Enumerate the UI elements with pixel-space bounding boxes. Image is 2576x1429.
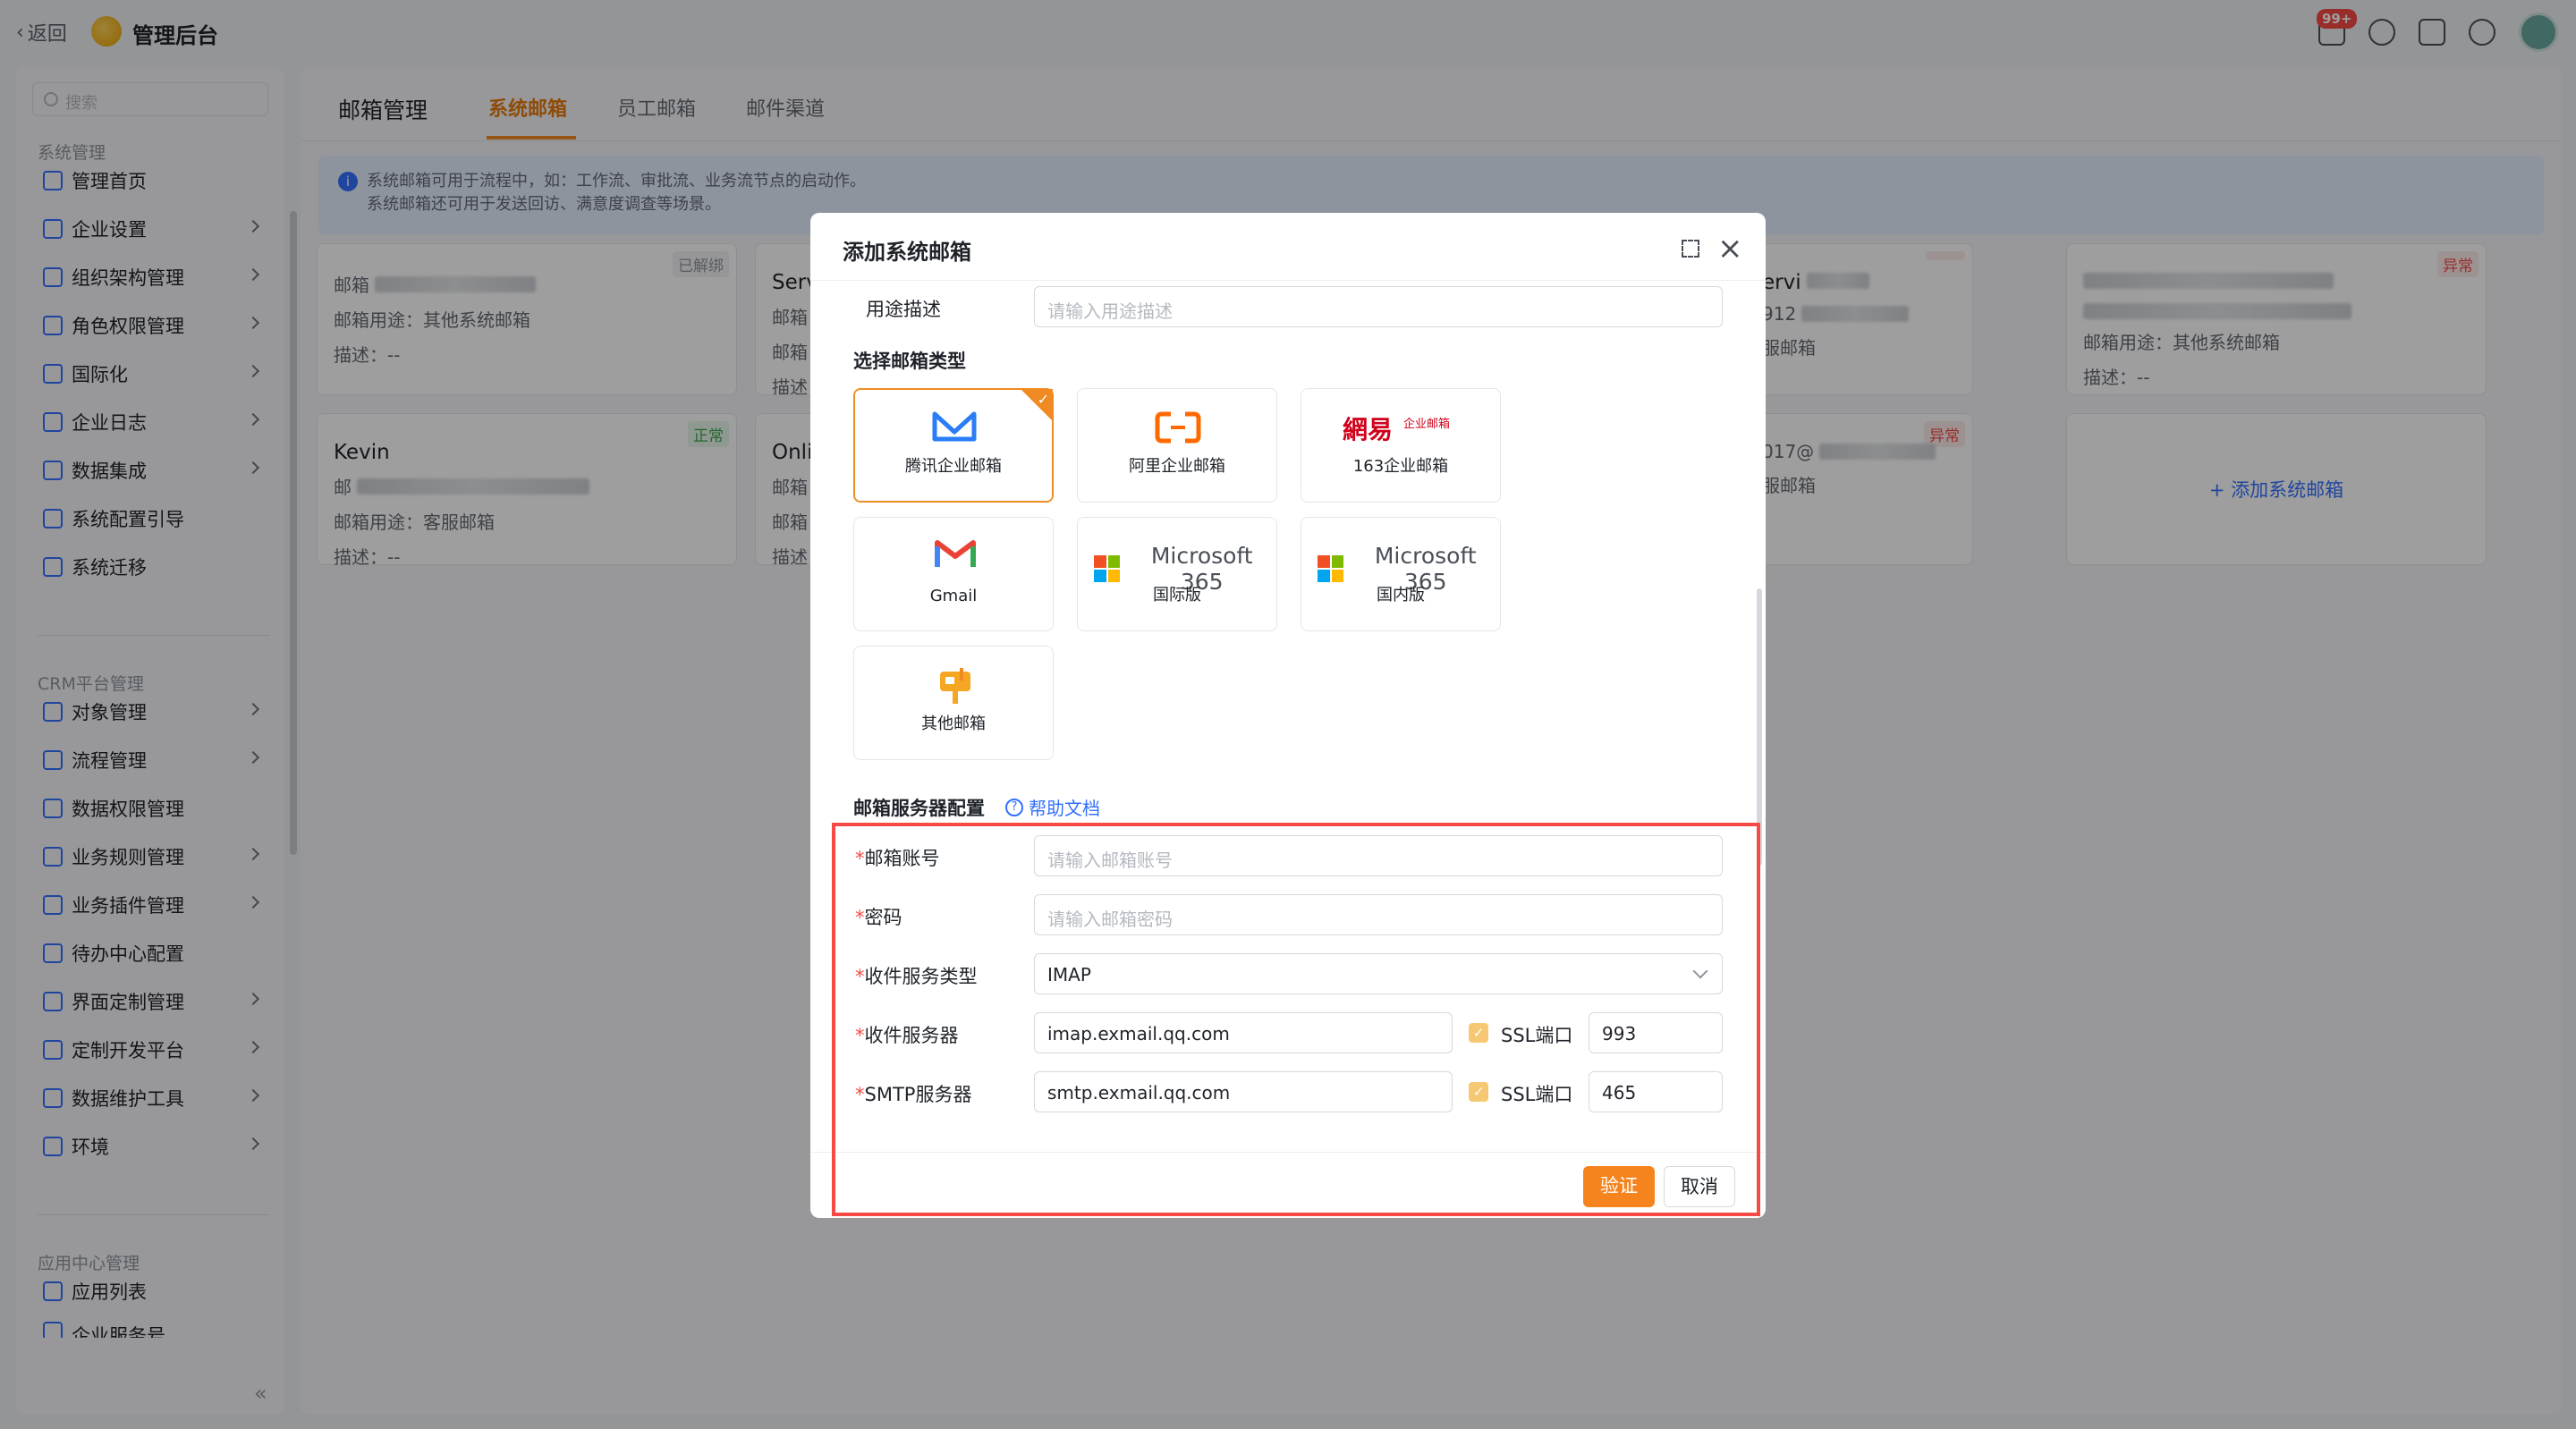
- tile-label: 其他邮箱: [921, 714, 986, 733]
- tile-163-mail[interactable]: 網易 企业邮箱 163企业邮箱: [1301, 388, 1501, 503]
- desc-label: 用途描述: [866, 299, 941, 320]
- question-icon: ?: [1005, 798, 1023, 816]
- close-icon[interactable]: ×: [1717, 231, 1743, 266]
- tile-label: 163企业邮箱: [1352, 457, 1449, 476]
- check-icon: ✓: [1037, 391, 1049, 408]
- tile-gmail[interactable]: Gmail: [853, 517, 1054, 631]
- tile-label: 阿里企业邮箱: [1129, 457, 1225, 476]
- server-config-title: 邮箱服务器配置: [853, 798, 985, 819]
- desc-input[interactable]: 请输入用途描述: [1034, 286, 1723, 327]
- aliyun-icon: [1155, 411, 1201, 444]
- mailbox-icon: [940, 668, 970, 704]
- gmail-icon: [935, 540, 976, 567]
- mailbox-type-title: 选择邮箱类型: [853, 351, 966, 372]
- microsoft-icon: [1094, 555, 1121, 582]
- help-docs-link[interactable]: ? 帮助文档: [1005, 794, 1100, 820]
- netease-logo-sub: 企业邮箱: [1403, 418, 1451, 431]
- tile-label: 国内版: [1377, 586, 1425, 605]
- tile-label: 国际版: [1153, 586, 1201, 605]
- highlight-annotation: [832, 823, 1760, 1216]
- dialog-header: 添加系统邮箱 ×: [810, 213, 1766, 281]
- netease-logo: 網易: [1343, 415, 1394, 444]
- tencent-mail-icon: [932, 411, 977, 442]
- tile-label: Gmail: [929, 587, 978, 605]
- tile-microsoft365-cn[interactable]: Microsoft 365 国内版: [1301, 517, 1501, 631]
- tile-aliyun-mail[interactable]: 阿里企业邮箱: [1077, 388, 1277, 503]
- microsoft-icon: [1318, 555, 1344, 582]
- add-mailbox-dialog: 添加系统邮箱 × 用途描述 请输入用途描述 选择邮箱类型 腾讯企业邮箱 ✓ 阿里…: [810, 213, 1766, 1218]
- tile-other-mail[interactable]: 其他邮箱: [853, 646, 1054, 760]
- tile-microsoft365-intl[interactable]: Microsoft 365 国际版: [1077, 517, 1277, 631]
- tile-tencent-mail[interactable]: 腾讯企业邮箱 ✓: [853, 388, 1054, 503]
- dialog-title: 添加系统邮箱: [843, 240, 971, 265]
- expand-icon[interactable]: [1682, 240, 1699, 258]
- tile-label: 腾讯企业邮箱: [905, 457, 1002, 476]
